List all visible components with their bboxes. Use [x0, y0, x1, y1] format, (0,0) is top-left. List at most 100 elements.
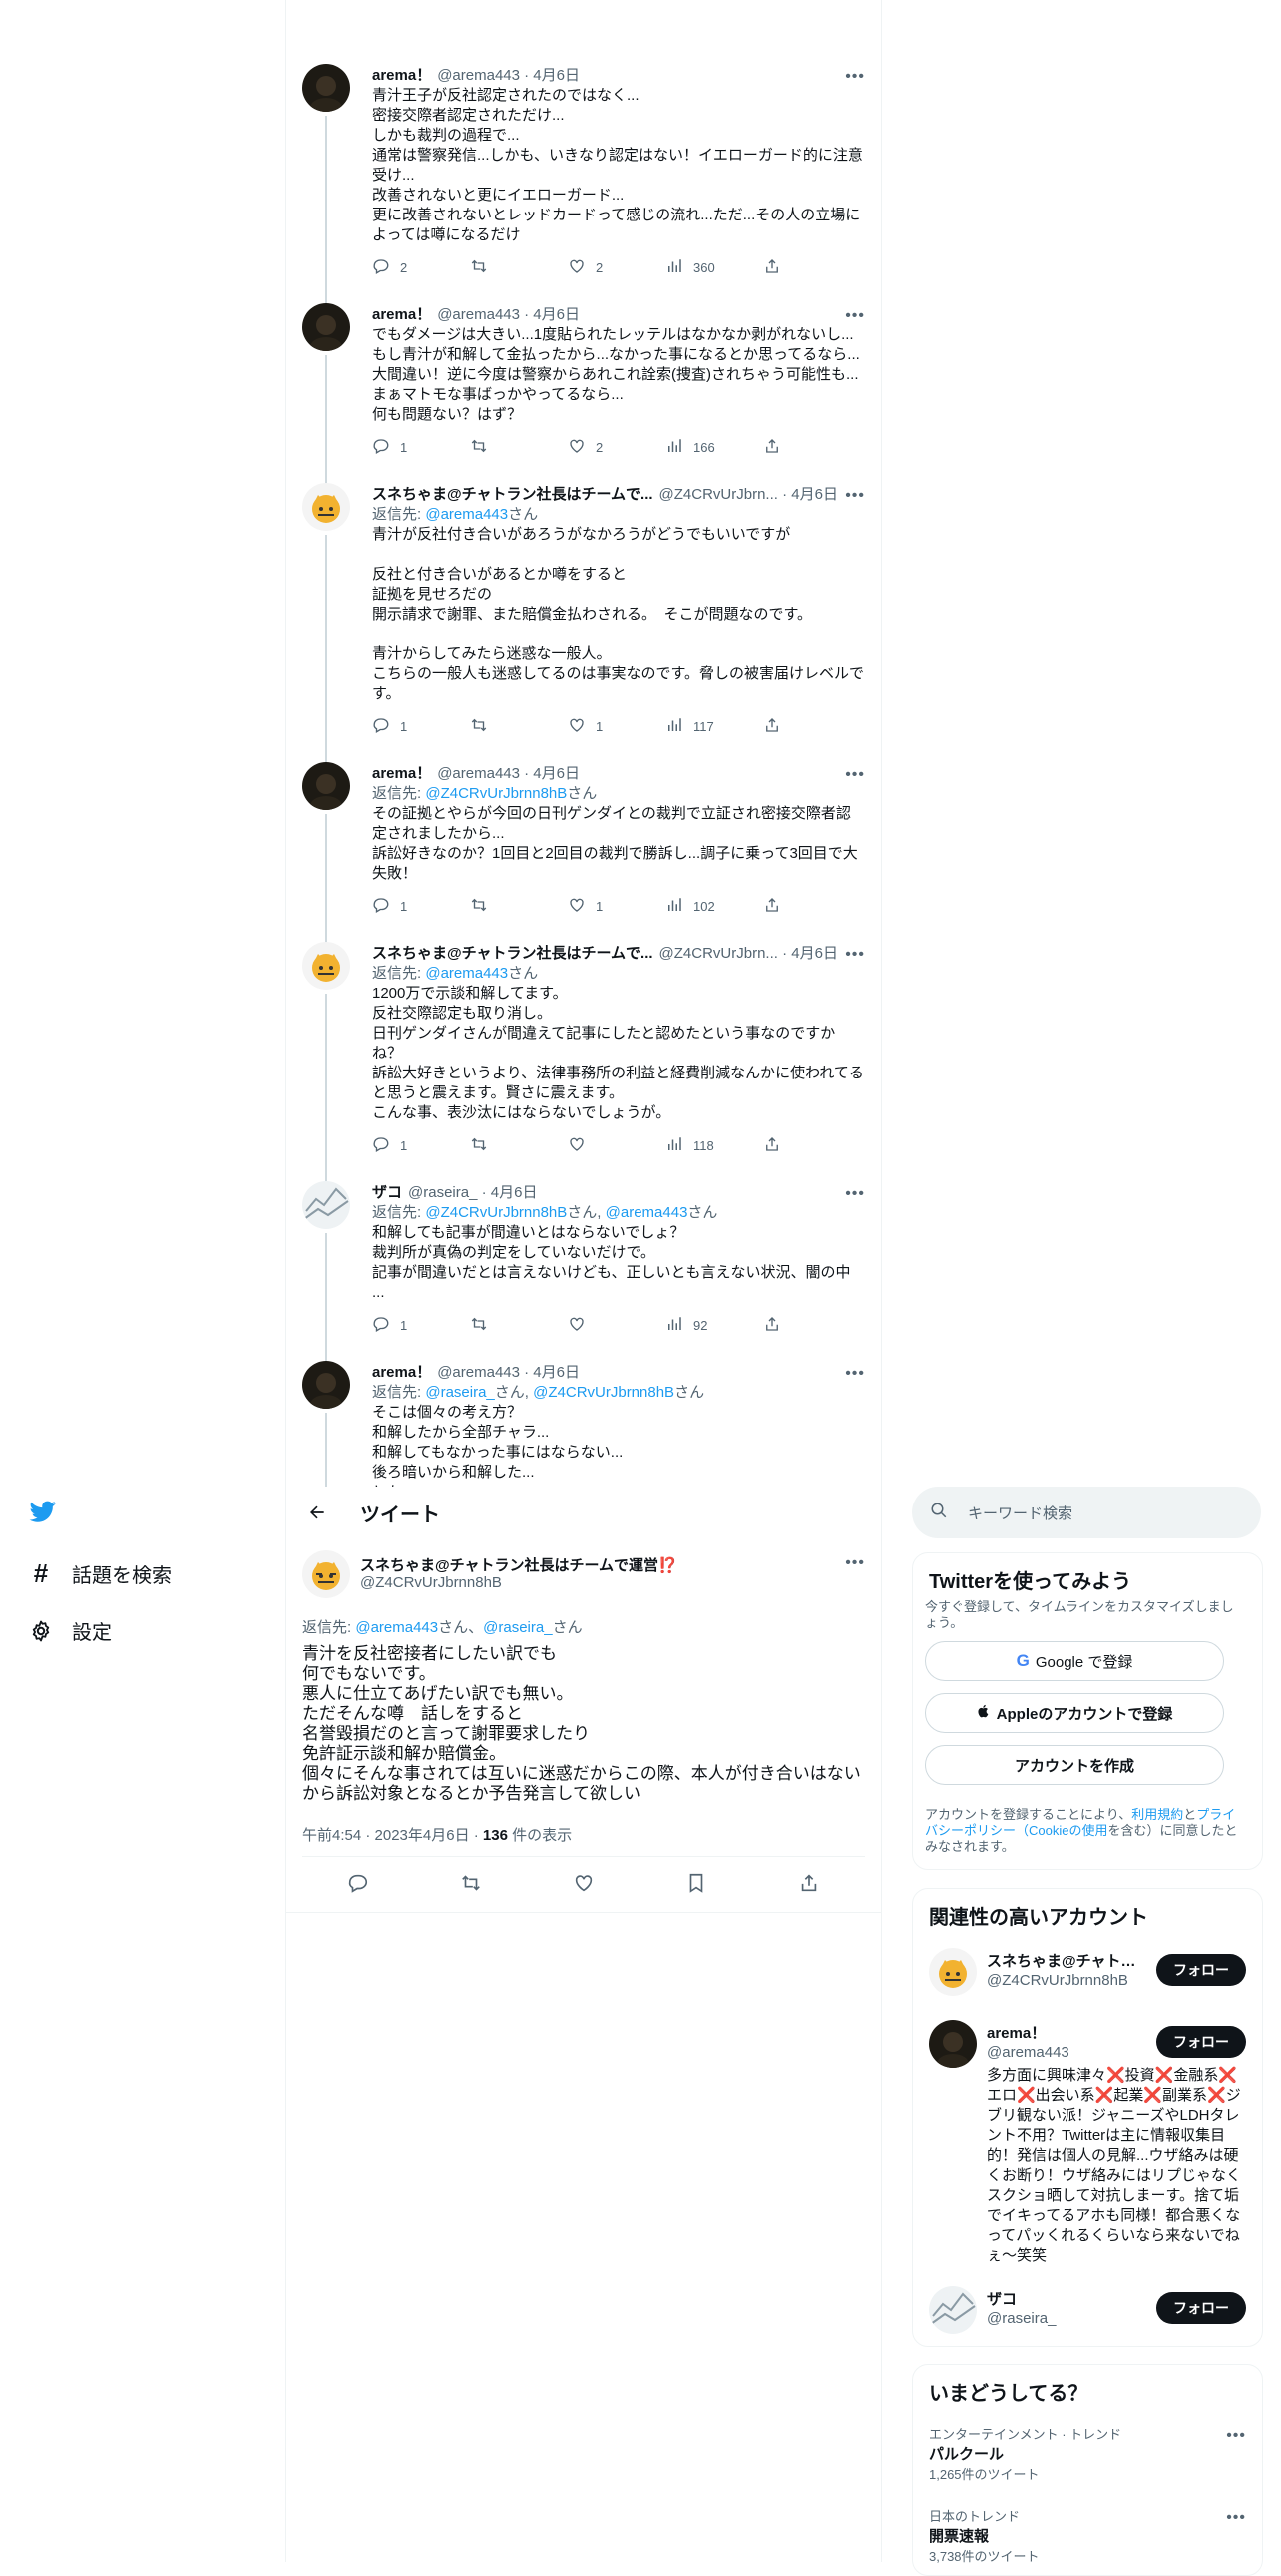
reply-button[interactable]: 1: [372, 1135, 470, 1155]
avatar[interactable]: [302, 1181, 350, 1229]
avatar[interactable]: [302, 762, 350, 810]
views-button[interactable]: 117: [665, 716, 763, 736]
views-button[interactable]: 360: [665, 257, 763, 277]
author-name[interactable]: arema！: [372, 66, 431, 86]
nav-explore[interactable]: # 話題を検索: [28, 1558, 172, 1589]
reply-link[interactable]: @Z4CRvUrJbrnn8hB: [533, 1384, 674, 1401]
author-handle[interactable]: @Z4CRvUrJbrnn8hB: [360, 1574, 502, 1591]
thread-tweet[interactable]: ザコ @raseira_ · 4月6日 ••• 返信先: @Z4CRvUrJbrnn8…: [286, 1167, 881, 1363]
retweet-button[interactable]: [470, 896, 568, 916]
author-handle[interactable]: @Z4CRvUrJbrn... · 4月6日: [659, 944, 838, 964]
retweet-button[interactable]: [470, 716, 568, 736]
more-icon[interactable]: •••: [1226, 2427, 1246, 2445]
author-name[interactable]: arema！: [372, 1363, 431, 1383]
reply-link[interactable]: @arema443: [606, 1204, 688, 1221]
avatar[interactable]: [302, 1550, 350, 1598]
create-account-button[interactable]: アカウントを作成: [925, 1745, 1224, 1785]
more-icon[interactable]: •••: [845, 946, 865, 964]
reply-button[interactable]: 1: [372, 716, 470, 736]
like-button[interactable]: [568, 1135, 665, 1155]
more-icon[interactable]: •••: [1226, 2509, 1246, 2527]
reply-button[interactable]: 1: [372, 1315, 470, 1335]
reply-button[interactable]: 1: [372, 437, 470, 457]
reply-link[interactable]: @arema443: [425, 506, 508, 523]
avatar[interactable]: [302, 64, 350, 112]
like-button[interactable]: [568, 1315, 665, 1335]
retweet-button[interactable]: [470, 1315, 568, 1335]
share-button[interactable]: [763, 716, 861, 736]
like-button[interactable]: 2: [568, 437, 665, 457]
terms-link[interactable]: 利用規約: [1131, 1807, 1183, 1822]
share-button[interactable]: [763, 257, 861, 277]
reply-link[interactable]: @raseira_: [483, 1619, 552, 1636]
trend-item[interactable]: 日本のトレンド 開票速報 3,738件のツイート •••: [929, 2509, 1246, 2565]
like-button[interactable]: 2: [568, 257, 665, 277]
google-signup-button[interactable]: G Google で登録: [925, 1641, 1224, 1681]
views-button[interactable]: 102: [665, 896, 763, 916]
follow-button[interactable]: フォロー: [1156, 2026, 1246, 2058]
more-icon[interactable]: •••: [845, 1365, 865, 1383]
reply-button[interactable]: 2: [372, 257, 470, 277]
more-icon[interactable]: •••: [845, 1554, 865, 1572]
share-button[interactable]: [763, 1135, 861, 1155]
views-button[interactable]: 166: [665, 437, 763, 457]
avatar[interactable]: [302, 303, 350, 351]
more-icon[interactable]: •••: [845, 1185, 865, 1203]
share-button[interactable]: [763, 437, 861, 457]
views-button[interactable]: 118: [665, 1135, 763, 1155]
retweet-button[interactable]: [470, 1135, 568, 1155]
avatar[interactable]: [302, 483, 350, 531]
thread-tweet[interactable]: スネちゃま@チャトラン社長はチームで... @Z4CRvUrJbrn... · 4…: [286, 469, 881, 764]
author-handle[interactable]: @arema443 · 4月6日: [437, 305, 580, 325]
back-arrow-icon[interactable]: [300, 1503, 334, 1522]
avatar[interactable]: [302, 942, 350, 990]
thread-tweet[interactable]: スネちゃま@チャトラン社長はチームで... @Z4CRvUrJbrn... · 4…: [286, 928, 881, 1183]
avatar[interactable]: [929, 1948, 977, 1996]
author-name[interactable]: arema！: [372, 764, 431, 784]
avatar[interactable]: [929, 2286, 977, 2334]
share-icon[interactable]: [798, 1872, 820, 1899]
search-box[interactable]: キーワード検索: [912, 1487, 1261, 1538]
reply-icon[interactable]: [347, 1872, 369, 1899]
reply-link[interactable]: @arema443: [425, 965, 508, 982]
reply-link[interactable]: @arema443: [355, 1619, 438, 1636]
more-icon[interactable]: •••: [845, 766, 865, 784]
author-handle[interactable]: @raseira_ · 4月6日: [408, 1183, 537, 1203]
author-name[interactable]: スネちゃま@チャトラン社長はチームで...: [372, 485, 653, 505]
nav-settings[interactable]: 設定: [28, 1616, 112, 1645]
author-name[interactable]: スネちゃま@チャトラン社長はチームで運営⁉️: [360, 1554, 677, 1575]
retweet-icon[interactable]: [460, 1872, 482, 1899]
reply-button[interactable]: 1: [372, 896, 470, 916]
thread-tweet[interactable]: arema！ @arema443 · 4月6日 ••• 青汁王子が反社認定されたのでは…: [286, 50, 881, 305]
retweet-button[interactable]: [470, 257, 568, 277]
reply-link[interactable]: @raseira_: [425, 1384, 494, 1401]
like-button[interactable]: 1: [568, 896, 665, 916]
tweet-time[interactable]: 午前4:54 · 2023年4月6日 ·: [302, 1827, 483, 1844]
apple-signup-button[interactable]: Appleのアカウントで登録: [925, 1693, 1224, 1733]
author-name[interactable]: ザコ: [372, 1183, 402, 1203]
author-handle[interactable]: @arema443 · 4月6日: [437, 764, 580, 784]
author-handle[interactable]: @arema443 · 4月6日: [437, 66, 580, 86]
share-button[interactable]: [763, 896, 861, 916]
author-name[interactable]: arema！: [372, 305, 431, 325]
views-button[interactable]: 92: [665, 1315, 763, 1335]
trend-item[interactable]: エンターテインメント · トレンド パルクール 1,265件のツイート •••: [929, 2427, 1246, 2483]
reply-link[interactable]: @Z4CRvUrJbrnn8hB: [425, 785, 567, 802]
avatar[interactable]: [302, 1361, 350, 1409]
author-handle[interactable]: @arema443 · 4月6日: [437, 1363, 580, 1383]
more-icon[interactable]: •••: [845, 487, 865, 505]
twitter-logo-icon[interactable]: [28, 1499, 58, 1529]
reply-link[interactable]: @Z4CRvUrJbrnn8hB: [425, 1204, 567, 1221]
thread-tweet[interactable]: arema！ @arema443 · 4月6日 ••• 返信先: @Z4CRvUrJb…: [286, 748, 881, 944]
author-handle[interactable]: @Z4CRvUrJbrn... · 4月6日: [659, 485, 838, 505]
share-button[interactable]: [763, 1315, 861, 1335]
like-button[interactable]: 1: [568, 716, 665, 736]
thread-tweet[interactable]: arema！ @arema443 · 4月6日 ••• 返信先: @raseira_さ…: [286, 1347, 881, 1487]
avatar[interactable]: [929, 2020, 977, 2068]
bookmark-icon[interactable]: [685, 1872, 707, 1899]
more-icon[interactable]: •••: [845, 307, 865, 325]
author-name[interactable]: スネちゃま@チャトラン社長はチームで...: [372, 944, 653, 964]
more-icon[interactable]: •••: [845, 68, 865, 86]
like-icon[interactable]: [573, 1872, 595, 1899]
retweet-button[interactable]: [470, 437, 568, 457]
